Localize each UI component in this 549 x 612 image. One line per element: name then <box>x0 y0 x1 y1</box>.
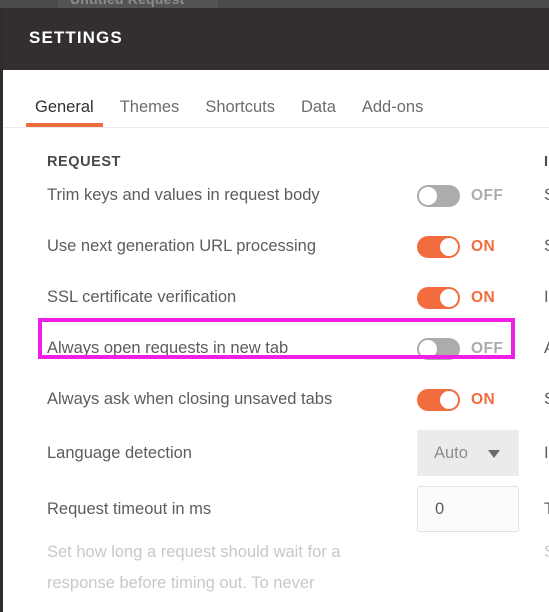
setting-row-language-detection: Language detection Auto <box>47 425 523 481</box>
settings-modal-header: SETTINGS <box>3 8 549 70</box>
settings-content: REQUEST Trim keys and values in request … <box>3 128 549 612</box>
setting-help-line-2: response before timing out. To never <box>47 574 315 592</box>
toggle-next-gen-url[interactable] <box>417 235 460 258</box>
setting-row-ask-closing-unsaved-tabs: Always ask when closing unsaved tabs ON <box>47 374 523 425</box>
tab-general[interactable]: General <box>22 98 107 127</box>
language-detection-select[interactable]: Auto <box>417 430 519 476</box>
tab-data[interactable]: Data <box>288 98 349 127</box>
setting-label-ssl-certificate-verification: SSL certificate verification <box>47 288 237 306</box>
setting-help-line-1: Set how long a request should wait for a <box>47 543 341 561</box>
screen-root: Untitled Request SETTINGS General Themes… <box>0 0 549 612</box>
tab-shortcuts[interactable]: Shortcuts <box>192 98 288 127</box>
setting-label-open-requests-new-tab: Always open requests in new tab <box>47 339 289 357</box>
page-title: SETTINGS <box>29 28 123 47</box>
toggle-state-ask-closing-unsaved-tabs: ON <box>471 390 496 408</box>
right-row: I <box>544 443 549 462</box>
right-row: S <box>544 221 549 272</box>
background-request-tab-label: Untitled Request <box>70 0 184 7</box>
toggle-knob <box>419 339 437 358</box>
right-row: S <box>544 170 549 221</box>
toggle-knob <box>440 237 458 256</box>
request-timeout-value: 0 <box>435 499 445 518</box>
right-row: T <box>544 481 549 537</box>
setting-help-request-timeout: Set how long a request should wait for a… <box>47 537 377 599</box>
settings-column-right: I S S I A S I T S <box>544 128 549 568</box>
setting-row-open-requests-new-tab: Always open requests in new tab OFF <box>47 323 523 374</box>
tab-shortcuts-label: Shortcuts <box>205 98 276 116</box>
setting-label-ask-closing-unsaved-tabs: Always ask when closing unsaved tabs <box>47 390 333 408</box>
language-detection-value: Auto <box>434 443 468 462</box>
right-row: I <box>544 288 549 306</box>
settings-column-left: REQUEST Trim keys and values in request … <box>3 128 523 599</box>
tab-data-label: Data <box>301 98 336 116</box>
setting-label-request-timeout: Request timeout in ms <box>47 499 212 518</box>
setting-row-trim-keys: Trim keys and values in request body OFF <box>47 170 523 221</box>
toggle-state-open-requests-new-tab: OFF <box>471 339 504 357</box>
settings-modal: SETTINGS General Themes Shortcuts Data A… <box>0 8 549 612</box>
setting-control-ask-closing-unsaved-tabs: ON <box>417 388 496 411</box>
setting-control-language-detection: Auto <box>417 430 519 476</box>
setting-control-request-timeout: 0 <box>417 486 519 532</box>
tab-addons[interactable]: Add-ons <box>349 98 436 127</box>
setting-control-next-gen-url: ON <box>417 235 496 258</box>
toggle-state-ssl-certificate-verification: ON <box>471 288 496 306</box>
toggle-ask-closing-unsaved-tabs[interactable] <box>417 388 460 411</box>
toggle-state-next-gen-url: ON <box>471 237 496 255</box>
setting-label-trim-keys: Trim keys and values in request body <box>47 186 320 204</box>
setting-label-next-gen-url: Use next generation URL processing <box>47 237 317 255</box>
toggle-open-requests-new-tab[interactable] <box>417 337 460 360</box>
tab-addons-label: Add-ons <box>361 98 424 116</box>
tab-general-label: General <box>35 98 94 116</box>
setting-row-ssl-certificate-verification: SSL certificate verification ON <box>47 272 523 323</box>
toggle-knob <box>440 390 458 409</box>
right-row: A <box>544 323 549 374</box>
toggle-state-trim-keys: OFF <box>471 186 504 204</box>
right-row: S <box>544 374 549 425</box>
setting-label-language-detection: Language detection <box>47 443 192 462</box>
chevron-down-icon <box>488 450 500 458</box>
tab-themes-label: Themes <box>119 98 180 116</box>
request-timeout-input[interactable]: 0 <box>417 486 519 532</box>
right-section-heading: I <box>544 154 549 170</box>
right-row: S <box>544 537 549 568</box>
section-heading-request: REQUEST <box>47 154 121 170</box>
settings-tabbar: General Themes Shortcuts Data Add-ons <box>3 70 549 128</box>
toggle-trim-keys[interactable] <box>417 184 460 207</box>
setting-row-next-gen-url: Use next generation URL processing ON <box>47 221 523 272</box>
setting-control-trim-keys: OFF <box>417 184 504 207</box>
setting-control-ssl-certificate-verification: ON <box>417 286 496 309</box>
setting-control-open-requests-new-tab: OFF <box>417 337 504 360</box>
settings-tablist: General Themes Shortcuts Data Add-ons <box>22 81 436 127</box>
toggle-knob <box>440 288 458 307</box>
tab-themes[interactable]: Themes <box>107 98 193 127</box>
toggle-ssl-certificate-verification[interactable] <box>417 286 460 309</box>
setting-row-request-timeout: Request timeout in ms 0 <box>47 481 523 537</box>
toggle-knob <box>419 186 437 205</box>
